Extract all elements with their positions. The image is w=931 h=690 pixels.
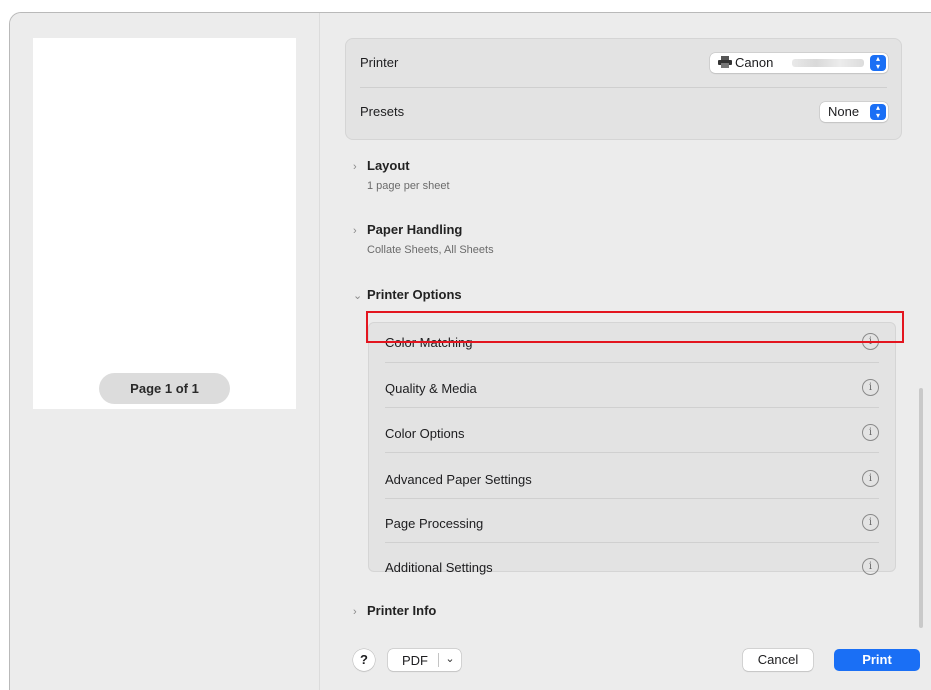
option-color-options[interactable]: Color Options i [369, 411, 895, 456]
printer-options-list: Color Matching i Quality & Media i Color… [368, 322, 896, 575]
pdf-menu-button[interactable]: PDF ⌄ [388, 649, 461, 671]
highlight-box [366, 311, 904, 343]
option-additional-settings[interactable]: Additional Settings i [369, 545, 895, 590]
option-quality-media[interactable]: Quality & Media i [369, 366, 895, 411]
info-icon[interactable]: i [862, 470, 879, 487]
stepper-icon: ▴ ▾ [870, 55, 886, 71]
option-label: Quality & Media [385, 381, 477, 396]
pdf-label: PDF [402, 653, 428, 668]
info-icon[interactable]: i [862, 424, 879, 441]
chevron-right-icon: › [353, 606, 357, 618]
divider [385, 362, 879, 363]
printer-label: Printer [360, 55, 399, 70]
printer-presets-group: Printer Canon ▴ ▾ Presets None ▴ ▾ [345, 38, 902, 140]
pdf-separator [438, 653, 439, 667]
option-label: Color Options [385, 426, 465, 441]
printer-icon [718, 56, 732, 68]
dialog-footer: ? PDF ⌄ Cancel Print [320, 641, 931, 690]
chevron-down-icon: ⌄ [445, 653, 455, 665]
section-paper-handling[interactable]: › Paper Handling [353, 222, 462, 237]
chevron-right-icon: › [353, 161, 357, 173]
option-label: Page Processing [385, 516, 484, 531]
page-indicator: Page 1 of 1 [99, 373, 230, 404]
info-icon[interactable]: i [862, 558, 879, 575]
section-printer-options[interactable]: ⌄ Printer Options [353, 287, 462, 302]
section-layout-summary: 1 page per sheet [367, 180, 450, 192]
printer-name: Canon [735, 55, 774, 70]
settings-pane: Printer Canon ▴ ▾ Presets None ▴ ▾ › Lay… [320, 13, 931, 690]
section-printer-info-title: Printer Info [367, 603, 437, 618]
cancel-button[interactable]: Cancel [743, 649, 813, 671]
printer-row: Printer Canon ▴ ▾ [360, 39, 888, 88]
presets-popup[interactable]: None ▴ ▾ [820, 102, 888, 122]
print-button[interactable]: Print [834, 649, 920, 671]
print-dialog: Page 1 of 1 Printer Canon ▴ ▾ Presets No… [9, 12, 931, 690]
presets-value: None [828, 104, 860, 119]
page-preview: Page 1 of 1 [33, 38, 296, 409]
stepper-icon: ▴ ▾ [870, 104, 886, 120]
option-label: Advanced Paper Settings [385, 472, 532, 487]
section-paper-handling-summary: Collate Sheets, All Sheets [367, 244, 494, 256]
divider [385, 542, 879, 543]
section-layout[interactable]: › Layout [353, 158, 410, 173]
option-label: Additional Settings [385, 560, 493, 575]
section-layout-title: Layout [367, 158, 410, 173]
section-printer-options-title: Printer Options [367, 287, 462, 302]
divider [385, 498, 879, 499]
divider [385, 407, 879, 408]
presets-label: Presets [360, 104, 405, 119]
chevron-right-icon: › [353, 225, 357, 237]
option-advanced-paper-settings[interactable]: Advanced Paper Settings i [369, 457, 895, 502]
preview-pane: Page 1 of 1 [10, 13, 319, 690]
info-icon[interactable]: i [862, 379, 879, 396]
redacted-model [792, 59, 864, 67]
printer-popup-value: Canon [718, 53, 773, 73]
printer-popup[interactable]: Canon ▴ ▾ [710, 53, 888, 73]
help-button[interactable]: ? [353, 649, 375, 671]
divider [385, 452, 879, 453]
section-printer-info[interactable]: › Printer Info [353, 603, 436, 618]
scrollbar[interactable] [919, 388, 923, 628]
option-page-processing[interactable]: Page Processing i [369, 501, 895, 546]
section-paper-handling-title: Paper Handling [367, 222, 463, 237]
chevron-down-icon: ⌄ [353, 290, 363, 302]
presets-row: Presets None ▴ ▾ [360, 88, 888, 136]
info-icon[interactable]: i [862, 514, 879, 531]
